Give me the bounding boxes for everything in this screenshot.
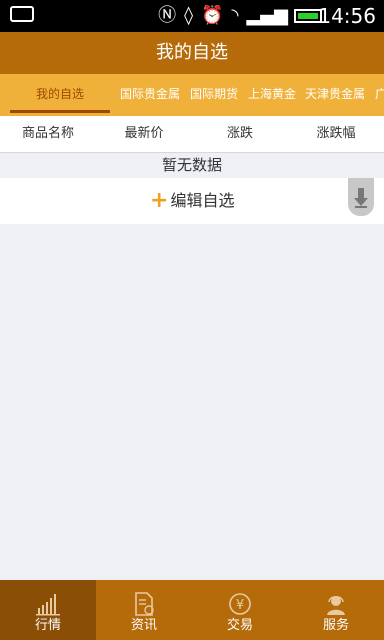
plus-icon: + [150,188,169,213]
edit-watchlist-row: + 编辑自选 [0,178,384,224]
tab-intl-futures[interactable]: 国际期货 [190,74,238,116]
tab-tianjin-precious-metals[interactable]: 天津贵金属 [305,74,365,116]
nav-news-label: 资讯 [130,618,157,633]
nav-market-label: 行情 [34,618,61,633]
col-change[interactable]: 涨跌 [200,116,280,152]
nav-service-label: 服务 [322,618,349,633]
wifi-icon: ◝ [231,5,239,26]
nav-trade[interactable]: ¥ 交易 [192,580,288,640]
nav-trade-label: 交易 [226,618,253,633]
scroll-down-handle[interactable] [348,178,374,216]
table-header: 商品名称 最新价 涨跌 涨跌幅 [0,116,384,153]
bar-chart-icon [36,594,60,616]
status-icons: Ⓝ ◊ ⏰ ◝ ▂▄▆ [158,5,288,27]
vibrate-icon: ◊ [184,5,194,26]
tab-shanghai-gold[interactable]: 上海黄金 [248,74,296,116]
col-name[interactable]: 商品名称 [8,116,88,152]
edit-watchlist-label: 编辑自选 [170,191,235,210]
page-title: 我的自选 [0,32,384,74]
nfc-icon: Ⓝ [158,5,177,26]
alarm-icon: ⏰ [201,5,224,26]
nav-market[interactable]: 行情 [0,580,96,640]
edit-watchlist-button[interactable]: + 编辑自选 [150,188,234,214]
status-time: 14:56 [318,4,376,28]
active-tab-indicator [10,110,110,113]
tab-more[interactable]: 广 [375,74,384,116]
nav-service[interactable]: 服务 [288,580,384,640]
col-change-percent[interactable]: 涨跌幅 [296,116,376,152]
col-latest-price[interactable]: 最新价 [104,116,184,152]
bottom-navigation: 行情 资讯 ¥ 交易 服务 [0,580,384,640]
empty-message: 暂无数据 [161,156,222,174]
document-info-icon [135,592,154,616]
tab-intl-precious-metals[interactable]: 国际贵金属 [120,74,180,116]
customer-service-icon [327,596,345,615]
nav-news[interactable]: 资讯 [96,580,192,640]
signal-icon: ▂▄▆ [246,5,288,26]
arrow-down-icon [354,188,368,208]
yen-coin-icon: ¥ [229,593,251,615]
svg-text:¥: ¥ [236,598,244,613]
notification-icon [10,6,34,22]
status-bar: Ⓝ ◊ ⏰ ◝ ▂▄▆ 14:56 [0,0,384,32]
